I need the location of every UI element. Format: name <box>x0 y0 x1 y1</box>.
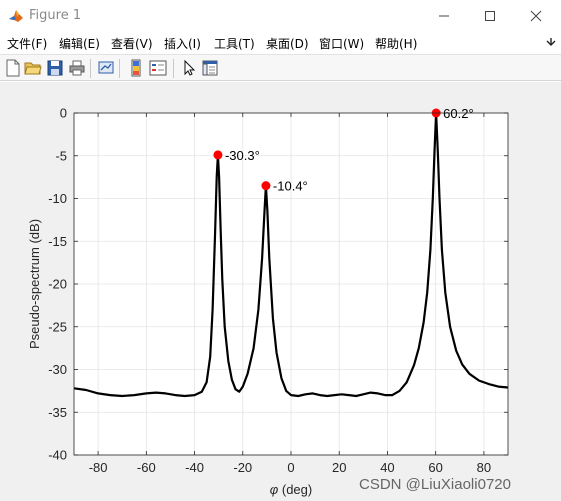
minimize-icon <box>439 15 449 17</box>
x-tick-label: -60 <box>137 460 156 475</box>
x-tick-label: 60 <box>428 460 442 475</box>
x-axis-label-unit: (deg) <box>282 482 312 497</box>
dock-figure-icon[interactable] <box>546 36 556 48</box>
maximize-icon <box>485 11 495 21</box>
y-axis-label: Pseudo-spectrum (dB) <box>27 219 42 349</box>
watermark-text: CSDN @LiuXiaoli0720 <box>359 476 511 493</box>
menu-insert[interactable]: 插入(I) <box>164 35 201 52</box>
y-tick-label: -10 <box>48 191 67 206</box>
peak-label: -10.4° <box>273 179 308 194</box>
x-tick-label: -20 <box>233 460 252 475</box>
y-tick-label: -35 <box>48 405 67 420</box>
property-inspector-icon[interactable] <box>201 59 219 77</box>
menu-tools[interactable]: 工具(T) <box>214 35 255 52</box>
toolbar-separator <box>173 59 174 78</box>
x-tick-label: 80 <box>477 460 491 475</box>
edit-plot-icon[interactable] <box>181 59 199 77</box>
menu-window[interactable]: 窗口(W) <box>319 35 364 52</box>
menu-view[interactable]: 查看(V) <box>111 35 153 52</box>
close-button[interactable] <box>513 0 559 32</box>
pseudo-spectrum-plot: -30.3°-10.4°60.2° -80 -60 -40 -20 0 20 40 60 80 … <box>27 106 509 497</box>
peak-marker <box>213 150 223 160</box>
y-tick-label: -5 <box>55 148 67 163</box>
toolbar <box>0 54 561 81</box>
menu-bar: 文件(F) 编辑(E) 查看(V) 插入(I) 工具(T) 桌面(D) 窗口(W… <box>0 32 561 54</box>
y-tick-label: -40 <box>48 448 67 463</box>
menu-file[interactable]: 文件(F) <box>7 35 47 52</box>
new-figure-icon[interactable] <box>4 59 22 77</box>
y-tick-label: -25 <box>48 319 67 334</box>
figure-canvas: -30.3° -10.4° 60.2° -80 -60 -40 -20 0 20 40 60 80 … <box>0 82 561 501</box>
y-tick-labels: 0 -5 -10 -15 -20 -25 -30 -35 -40 <box>48 106 67 463</box>
peak-label: 60.2° <box>443 106 474 121</box>
x-tick-label: 40 <box>380 460 394 475</box>
title-bar: Figure 1 <box>0 0 561 32</box>
y-tick-label: -15 <box>48 234 67 249</box>
menu-desktop[interactable]: 桌面(D) <box>266 35 309 52</box>
window-title: Figure 1 <box>29 8 82 23</box>
print-icon[interactable] <box>68 59 86 77</box>
y-tick-label: 0 <box>60 106 67 121</box>
x-tick-label: -80 <box>89 460 108 475</box>
x-tick-label: -40 <box>185 460 204 475</box>
insert-legend-icon[interactable] <box>149 59 167 77</box>
peak-label: -30.3° <box>225 148 260 163</box>
peak-marker <box>261 181 271 191</box>
menu-edit[interactable]: 编辑(E) <box>59 35 100 52</box>
minimize-button[interactable] <box>421 0 467 32</box>
insert-colorbar-icon[interactable] <box>127 59 145 77</box>
menu-help[interactable]: 帮助(H) <box>375 35 417 52</box>
open-file-icon[interactable] <box>24 59 42 77</box>
toolbar-separator <box>90 59 91 78</box>
save-icon[interactable] <box>46 59 64 77</box>
y-tick-label: -30 <box>48 362 67 377</box>
x-tick-label: 20 <box>332 460 346 475</box>
y-tick-label: -20 <box>48 277 67 292</box>
link-plot-icon[interactable] <box>97 59 115 77</box>
x-tick-label: 0 <box>287 460 294 475</box>
matlab-app-icon <box>8 8 24 24</box>
x-tick-labels: -80 -60 -40 -20 0 20 40 60 80 <box>89 460 491 475</box>
maximize-button[interactable] <box>467 0 513 32</box>
x-axis-label: φ (deg) <box>270 482 312 497</box>
toolbar-separator <box>119 59 120 78</box>
close-icon <box>530 10 542 22</box>
